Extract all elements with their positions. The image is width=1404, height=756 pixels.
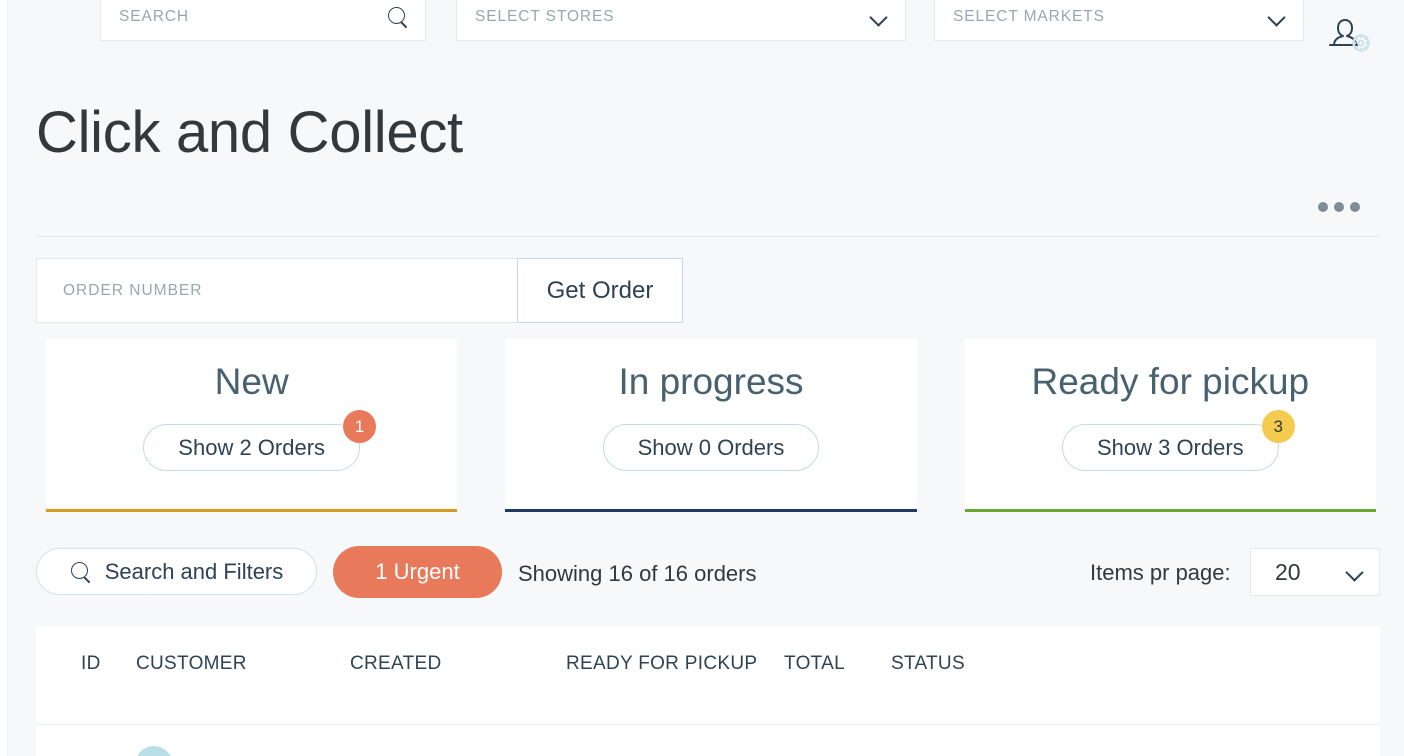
user-settings-icon[interactable] xyxy=(1324,14,1372,54)
search-input-placeholder: SEARCH xyxy=(119,7,189,25)
status-card-button-wrap: Show 0 Orders xyxy=(602,424,820,471)
status-card-accent xyxy=(964,509,1376,512)
page-title: Click and Collect xyxy=(36,100,463,165)
more-dot xyxy=(1334,202,1344,212)
chevron-down-icon[interactable] xyxy=(869,11,889,23)
column-header-status[interactable]: STATUS xyxy=(891,648,1091,724)
status-card-accent xyxy=(46,509,458,512)
status-card-accent xyxy=(505,509,917,512)
header-divider xyxy=(36,236,1380,237)
showing-count-label: Showing 16 of 16 orders xyxy=(518,561,757,586)
status-badge: 1 xyxy=(343,410,377,443)
order-lookup: ORDER NUMBER Get Order xyxy=(36,258,683,323)
status-cards: New Show 2 Orders 1 In progress Show 0 O… xyxy=(46,339,1376,512)
status-badge: 3 xyxy=(1261,410,1295,443)
status-card-title: New xyxy=(214,361,289,402)
show-orders-button[interactable]: Show 0 Orders xyxy=(602,424,820,471)
status-card-title: Ready for pickup xyxy=(1031,361,1310,402)
top-bar: SEARCH SELECT STORES SELECT MARKETS xyxy=(8,0,1404,53)
status-card-in-progress[interactable]: In progress Show 0 Orders xyxy=(505,339,917,512)
column-header-created[interactable]: CREATED xyxy=(350,648,566,724)
chevron-down-icon[interactable] xyxy=(1267,11,1287,23)
items-per-page-label: Items pr page: xyxy=(1090,560,1231,585)
select-markets-dropdown[interactable]: SELECT MARKETS xyxy=(934,0,1304,41)
column-header-ready-for-pickup[interactable]: READY FOR PICKUP xyxy=(566,648,784,724)
status-card-ready-for-pickup[interactable]: Ready for pickup Show 3 Orders 3 xyxy=(964,339,1376,512)
search-input[interactable]: SEARCH xyxy=(100,0,426,41)
avatar xyxy=(135,746,173,756)
select-markets-placeholder: SELECT MARKETS xyxy=(953,7,1105,25)
chevron-down-icon[interactable] xyxy=(1345,566,1365,578)
show-orders-button[interactable]: Show 2 Orders xyxy=(143,424,361,471)
column-header-id[interactable]: ID xyxy=(36,648,136,724)
column-header-customer[interactable]: CUSTOMER xyxy=(136,648,350,724)
orders-table-header: ID CUSTOMER CREATED READY FOR PICKUP TOT… xyxy=(36,626,1380,725)
select-stores-placeholder: SELECT STORES xyxy=(475,7,615,25)
search-and-filters-label: Search and Filters xyxy=(104,558,284,584)
order-number-input[interactable]: ORDER NUMBER xyxy=(36,258,518,323)
status-card-title: In progress xyxy=(618,361,804,402)
orders-table: ID CUSTOMER CREATED READY FOR PICKUP TOT… xyxy=(36,626,1380,756)
select-stores-dropdown[interactable]: SELECT STORES xyxy=(456,0,906,41)
urgent-filter-chip[interactable]: 1 Urgent xyxy=(333,546,502,598)
status-card-new[interactable]: New Show 2 Orders 1 xyxy=(46,339,458,512)
more-dot xyxy=(1350,202,1360,212)
get-order-button[interactable]: Get Order xyxy=(517,258,683,323)
column-header-total[interactable]: TOTAL xyxy=(784,648,891,724)
collapsed-sidebar-rail xyxy=(0,0,8,756)
more-dot xyxy=(1318,202,1328,212)
order-number-placeholder: ORDER NUMBER xyxy=(63,281,203,299)
status-card-button-wrap: Show 3 Orders 3 xyxy=(1061,410,1295,471)
search-icon[interactable] xyxy=(387,6,409,28)
items-per-page-value: 20 xyxy=(1275,558,1301,585)
show-orders-button[interactable]: Show 3 Orders xyxy=(1061,424,1279,471)
search-and-filters-button[interactable]: Search and Filters xyxy=(36,548,317,595)
items-per-page-select[interactable]: 20 xyxy=(1250,548,1380,596)
table-row[interactable] xyxy=(36,725,1380,756)
search-icon xyxy=(70,561,92,583)
status-card-button-wrap: Show 2 Orders 1 xyxy=(143,410,377,471)
more-options-icon[interactable] xyxy=(1318,202,1360,212)
